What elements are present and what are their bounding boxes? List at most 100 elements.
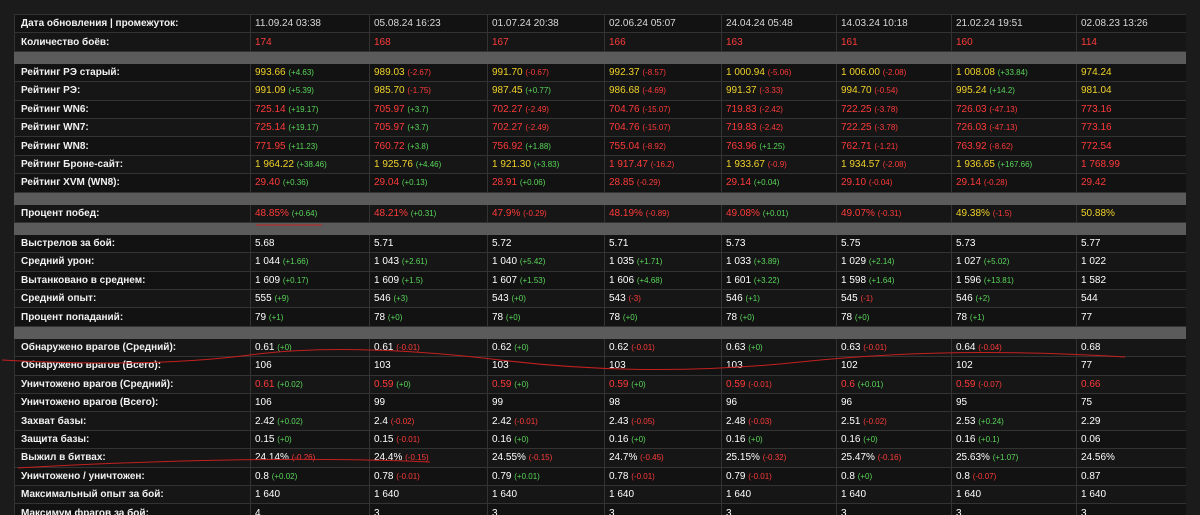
stat-cell: 102 <box>836 356 952 376</box>
stat-delta: (-0.01) <box>631 343 655 353</box>
stat-value: 0.79 <box>492 470 512 482</box>
stat-delta: (+3.22) <box>753 275 780 285</box>
stat-delta: (+3.7) <box>407 104 429 114</box>
stat-cell: 0.59 (+0) <box>604 374 722 395</box>
stat-delta: (+11.23) <box>288 141 318 151</box>
stat-delta: (+0) <box>748 343 763 353</box>
stat-value: 1 008.08 <box>956 66 995 78</box>
stat-value: 98 <box>609 397 621 409</box>
table-row: Рейтинг РЭ старый: 993.66 (+4.63) 989.03 (… <box>14 62 1186 83</box>
stat-cell: 985.70 (-1.75) <box>369 81 488 101</box>
stat-value: 5.77 <box>1081 238 1101 250</box>
stat-value: 96 <box>726 397 738 409</box>
stat-cell: 1 040 (+5.42) <box>487 252 605 272</box>
stat-value: 1 640 <box>492 489 518 501</box>
stat-value: 0.61 <box>255 342 275 354</box>
row-label: Рейтинг WN7: <box>14 117 251 138</box>
stat-cell: 995.24 (+14.2) <box>951 81 1077 101</box>
stat-cell: 1 640 <box>369 484 488 505</box>
stat-value: 5.75 <box>841 238 861 250</box>
stat-delta: (-47.13) <box>989 123 1018 133</box>
stats-table: Дата обновления | промежуток: 11.09.24 03… <box>14 14 1186 515</box>
stat-cell: 1 006.00 (-2.08) <box>836 62 952 83</box>
stat-cell: 0.66 <box>1076 374 1186 395</box>
stat-value: 0.87 <box>1081 470 1101 482</box>
stat-value: 103 <box>492 360 509 372</box>
stat-value: 0.68 <box>1081 342 1101 354</box>
stat-value: 5.73 <box>726 238 746 250</box>
table-row: Рейтинг WN8: 771.95 (+11.23) 760.72 (+3.8)… <box>14 136 1186 156</box>
stat-value: 1 917.47 <box>609 158 648 170</box>
stat-cell: 29.10 (-0.04) <box>836 173 952 193</box>
stat-value: 77 <box>1081 360 1093 372</box>
stat-delta: (-5.06) <box>767 67 792 77</box>
stat-cell: 0.8 (+0.02) <box>250 466 370 486</box>
stat-cell: 704.76 (-15.07) <box>604 117 722 138</box>
header-date: 11.09.24 03:38 <box>250 14 370 34</box>
stat-value: 24.7% <box>609 452 638 464</box>
stat-value: 3 <box>609 507 615 515</box>
stat-value: 99 <box>492 397 504 409</box>
stat-cell: 103 <box>604 356 722 376</box>
section-separator <box>14 221 1186 235</box>
stat-delta: (-8.92) <box>642 141 666 151</box>
stat-value: 546 <box>726 293 743 305</box>
stat-cell: 103 <box>721 356 837 376</box>
stat-value: 1 609 <box>255 274 281 286</box>
stat-value: 29.10 <box>841 177 867 189</box>
stat-delta: (+1.66) <box>282 257 309 267</box>
stat-value: 0.15 <box>255 434 275 445</box>
stat-value: 1 964.22 <box>255 158 294 170</box>
stat-cell: 5.77 <box>1076 233 1186 254</box>
stat-delta: (+0) <box>514 379 529 389</box>
stat-value: 1 640 <box>609 489 635 501</box>
stat-value: 24.4% <box>374 452 403 464</box>
stat-cell: 994.70 (-0.54) <box>836 81 952 101</box>
stat-cell: 702.27 (-2.49) <box>487 99 605 119</box>
row-label: Уничтожено / уничтожен: <box>14 466 251 486</box>
stat-cell: 1 640 <box>487 484 605 505</box>
stat-cell: 0.8 (+0) <box>836 466 952 486</box>
stat-cell: 1 601 (+3.22) <box>721 270 837 291</box>
table-row: Рейтинг РЭ: 991.09 (+5.39) 985.70 (-1.75) 9… <box>14 81 1186 101</box>
stat-value: 78 <box>956 311 968 323</box>
stat-value: 49.38% <box>956 207 990 219</box>
stat-cell: 47.9% (-0.29) <box>487 203 605 223</box>
stat-value: 163 <box>726 36 743 48</box>
stat-value: 543 <box>609 293 626 305</box>
stat-value: 48.19% <box>609 207 643 219</box>
stat-value: 78 <box>374 311 386 323</box>
stat-value: 2.43 <box>609 415 629 427</box>
stat-delta: (+38.46) <box>296 159 327 169</box>
stat-value: 1 601 <box>726 274 752 286</box>
stat-cell: 991.70 (-0.67) <box>487 62 605 83</box>
stat-cell: 1 022 <box>1076 252 1186 272</box>
stat-value: 546 <box>374 293 391 305</box>
stat-cell: 96 <box>721 393 837 413</box>
stat-value: 0.78 <box>609 470 629 482</box>
stat-delta: (+5.42) <box>519 257 546 267</box>
stat-value: 2.29 <box>1081 415 1101 427</box>
stat-delta: (-0.04) <box>868 178 893 188</box>
stat-delta: (+0) <box>387 312 403 322</box>
stat-cell: 25.47% (-0.16) <box>836 448 952 468</box>
stat-delta: (+2.14) <box>868 257 895 267</box>
stat-value: 2.4 <box>374 415 388 427</box>
row-label: Вытанковано в среднем: <box>14 270 251 291</box>
stat-delta: (+0) <box>863 435 878 444</box>
stat-value: 704.76 <box>609 122 640 134</box>
stat-value: 29.04 <box>374 177 400 189</box>
stat-value: 763.96 <box>726 140 757 152</box>
table-row: Максимум фрагов за бой: 4 3 3 3 3 3 3 3 <box>14 503 1186 515</box>
stat-value: 2.53 <box>956 415 976 427</box>
stat-value: 25.15% <box>726 452 760 464</box>
stat-cell: 0.8 (-0.07) <box>951 466 1077 486</box>
stat-value: 705.97 <box>374 122 405 134</box>
stat-delta: (+0) <box>622 312 638 322</box>
stat-cell: 1 029 (+2.14) <box>836 252 952 272</box>
stat-cell: 102 <box>951 356 1077 376</box>
stat-delta: (+3.7) <box>407 123 429 133</box>
separator-cell <box>14 50 1186 64</box>
stat-value: 29.40 <box>255 177 281 189</box>
stat-value: 1 921.30 <box>492 158 531 170</box>
